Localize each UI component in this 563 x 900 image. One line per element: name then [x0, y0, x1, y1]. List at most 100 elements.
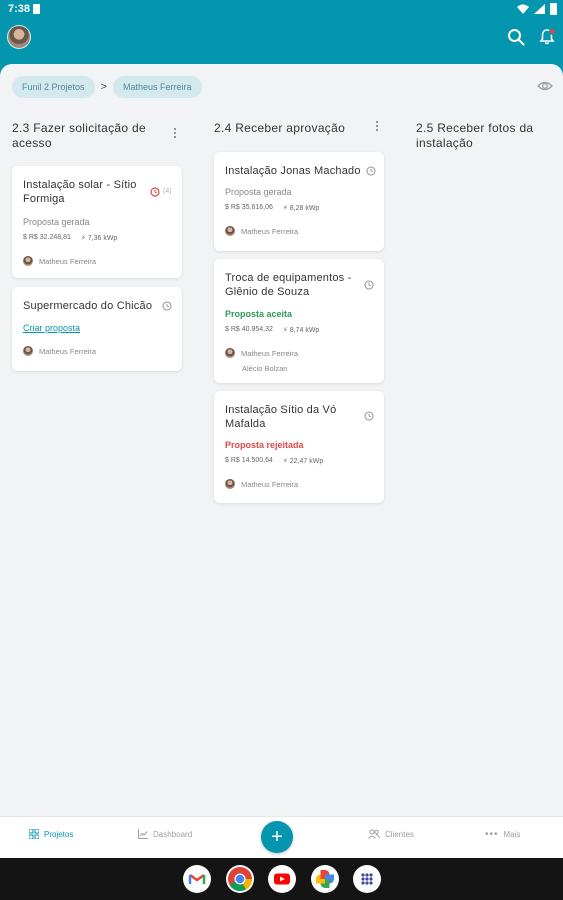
notifications-button[interactable] — [538, 28, 556, 46]
clock-icon — [364, 411, 374, 421]
deal-card[interactable]: Instalação solar - Sítio Formiga (4) Pro… — [12, 166, 182, 278]
notification-dot — [549, 28, 556, 35]
bottom-nav: Projetos Dashboard + Clientes ••• Mais — [0, 816, 563, 858]
users-icon — [368, 829, 380, 839]
card-title-line: Instalação Jonas Machado — [225, 165, 361, 177]
card-status: Proposta gerada — [225, 187, 292, 197]
breadcrumb: Funil 2 Projetos > Matheus Ferreira — [12, 76, 202, 98]
user-avatar[interactable] — [7, 25, 31, 49]
card-power: ⚡ 22,47 kWp — [282, 458, 324, 465]
deal-card[interactable]: Instalação Sítio da Vó Mafalda Proposta … — [214, 391, 384, 503]
app-root: 7:38 Funil 2 Projetos > Matheus Ferreira — [0, 0, 563, 900]
card-owner: Matheus Ferreira — [23, 256, 96, 266]
owner-name: Matheus Ferreira — [39, 256, 97, 266]
card-power-value: 8,28 kWp — [289, 205, 320, 212]
sim-icon — [33, 4, 40, 14]
card-title: Instalação Sítio da Vó Mafalda — [225, 403, 336, 431]
chrome-icon[interactable] — [226, 865, 254, 893]
card-status: Proposta rejeitada — [225, 440, 304, 450]
column-title-line: 2.4 Receber aprovação — [214, 121, 346, 135]
card-owner: Matheus Ferreira — [225, 348, 298, 358]
deal-card[interactable]: Supermercado do Chicão Criar proposta Ma… — [12, 287, 182, 371]
eye-icon[interactable] — [537, 79, 553, 93]
nav-clientes[interactable]: Clientes — [368, 829, 414, 839]
card-title-line: Supermercado do Chicão — [23, 300, 153, 312]
clock-icon — [364, 280, 374, 290]
clock-icon — [162, 301, 172, 311]
nav-mais-label: Mais — [503, 830, 521, 839]
owner-avatar — [225, 479, 235, 489]
card-title: Troca de equipamentos - Glênio de Souza — [225, 271, 351, 299]
card-value: $ R$ 35.616,06 — [225, 204, 273, 211]
owner-avatar — [23, 256, 33, 266]
column-title-line: 2.3 Fazer solicitação de — [12, 121, 146, 135]
card-status: Proposta gerada — [23, 217, 90, 227]
owner-name: Matheus Ferreira — [241, 348, 299, 358]
card-power: ⚡ 7,36 kWp — [80, 235, 118, 242]
add-button[interactable]: + — [261, 821, 293, 853]
card-power: ⚡ 8,28 kWp — [282, 205, 320, 212]
app-bar — [0, 20, 563, 64]
card-owner: Matheus Ferreira — [225, 479, 298, 489]
card-title-line: Formiga — [23, 193, 65, 205]
signal-icon — [534, 4, 545, 14]
column-menu-icon[interactable] — [375, 121, 379, 133]
alert-clock-icon — [150, 187, 160, 197]
deal-card[interactable]: Troca de equipamentos - Glênio de Souza … — [214, 259, 384, 383]
card-title-line: Mafalda — [225, 418, 266, 430]
chart-icon — [138, 829, 148, 839]
column-title-line: instalação — [416, 136, 474, 150]
owner-name: Matheus Ferreira — [241, 479, 299, 489]
nav-projetos-label: Projetos — [44, 829, 74, 839]
nav-clientes-label: Clientes — [385, 829, 414, 839]
breadcrumb-user[interactable]: Matheus Ferreira — [112, 76, 202, 98]
system-dock — [0, 858, 563, 900]
column-title-2-4: 2.4 Receber aprovação — [214, 121, 345, 136]
status-icons — [517, 3, 557, 15]
status-bar: 7:38 — [0, 0, 563, 20]
card-metrics: $ R$ 32.248,81 ⚡ 7,36 kWp — [23, 234, 117, 242]
apps-icon[interactable] — [353, 865, 381, 893]
card-second-owner: Alécio Bolzan — [242, 364, 288, 373]
nav-projetos[interactable]: Projetos — [29, 829, 73, 839]
nav-dashboard[interactable]: Dashboard — [138, 829, 192, 839]
owner-name: Matheus Ferreira — [39, 346, 97, 356]
more-dots-icon: ••• — [485, 829, 499, 840]
photos-icon[interactable] — [311, 865, 339, 893]
card-value: $ R$ 32.248,81 — [23, 234, 71, 241]
create-proposal-link[interactable]: Criar proposta — [23, 323, 80, 333]
youtube-icon[interactable] — [268, 865, 296, 893]
card-owner: Matheus Ferreira — [225, 226, 298, 236]
wifi-icon — [517, 4, 529, 14]
owner-avatar — [225, 348, 235, 358]
status-time: 7:38 — [8, 3, 31, 15]
nav-mais[interactable]: ••• Mais — [485, 829, 520, 840]
breadcrumb-funnel[interactable]: Funil 2 Projetos — [12, 76, 95, 98]
card-title: Supermercado do Chicão — [23, 299, 152, 313]
card-status: Proposta aceita — [225, 309, 293, 319]
column-title-line: 2.5 Receber fotos da — [416, 121, 534, 135]
grid-icon — [29, 829, 39, 839]
deal-card[interactable]: Instalação Jonas Machado Proposta gerada… — [214, 152, 384, 251]
search-icon[interactable] — [507, 28, 525, 46]
column-title-2-5: 2.5 Receber fotos da instalação — [416, 121, 533, 151]
card-power-value: 8,74 kWp — [289, 327, 320, 334]
card-power-value: 22,47 kWp — [289, 458, 324, 465]
owner-avatar — [23, 346, 33, 356]
gmail-icon[interactable] — [183, 865, 211, 893]
card-metrics: $ R$ 35.616,06 ⚡ 8,28 kWp — [225, 204, 319, 212]
card-title: Instalação Jonas Machado — [225, 164, 361, 178]
card-title-line: Troca de equipamentos - — [225, 272, 352, 284]
card-power: ⚡ 8,74 kWp — [282, 327, 320, 334]
column-title-2-3: 2.3 Fazer solicitação de acesso — [12, 121, 146, 151]
card-title-line: Glênio de Souza — [225, 286, 310, 298]
battery-icon — [550, 3, 557, 15]
owner-avatar — [225, 226, 235, 236]
board: Funil 2 Projetos > Matheus Ferreira 2.3 … — [0, 64, 563, 816]
column-menu-icon[interactable] — [173, 128, 177, 140]
card-metrics: $ R$ 40.954,32 ⚡ 8,74 kWp — [225, 326, 319, 334]
card-title-line: Instalação Sítio da Vó — [225, 404, 337, 416]
card-badge: (4) — [163, 188, 172, 195]
card-title-line: Instalação solar - Sítio — [23, 179, 137, 191]
card-metrics: $ R$ 14.500,64 ⚡ 22,47 kWp — [225, 457, 323, 465]
